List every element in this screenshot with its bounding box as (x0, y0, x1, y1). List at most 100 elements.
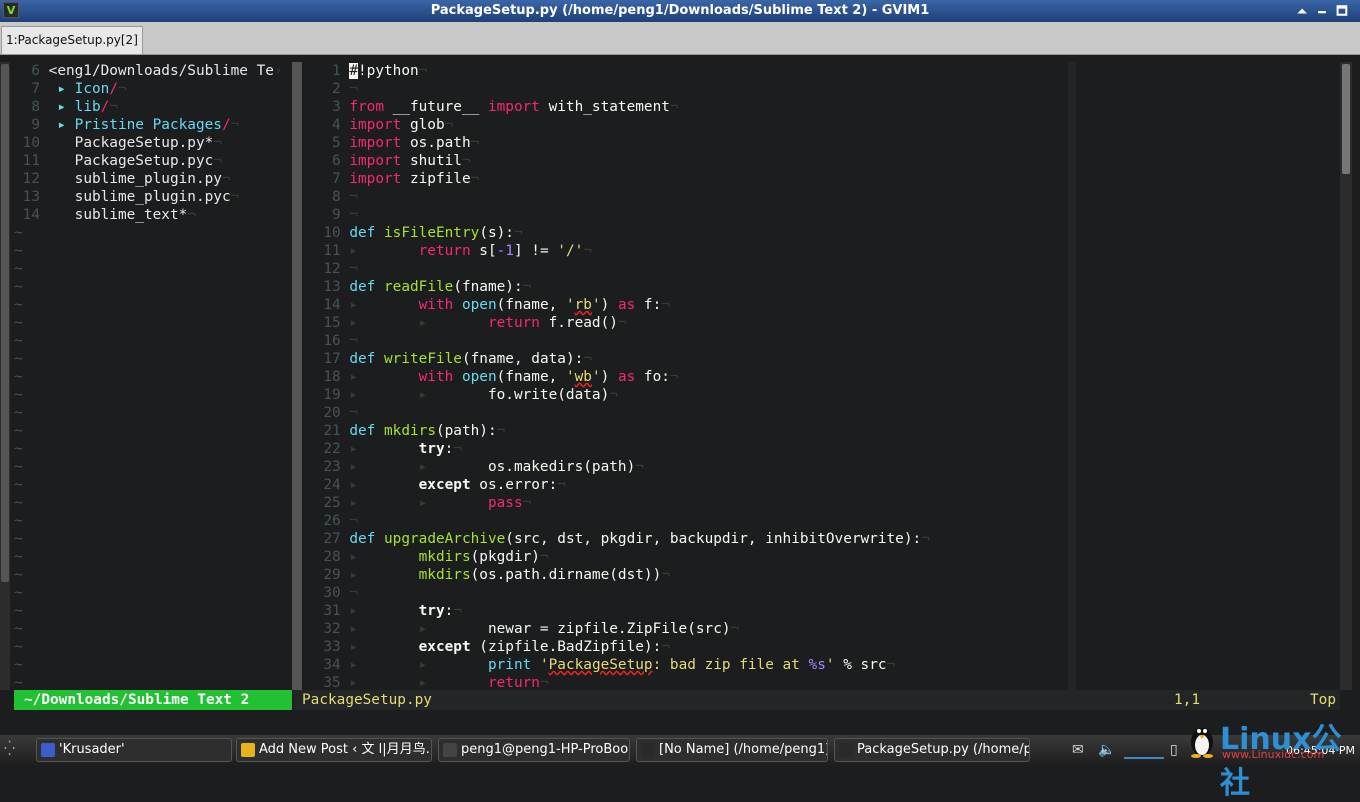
code-line[interactable]: 11 ▸ return s[-1] != '/'¬ (306, 242, 1066, 260)
code-line[interactable]: 34 ▸ ▸ print 'PackageSetup: bad zip file… (306, 656, 1066, 674)
code-line[interactable]: 27 def upgradeArchive(src, dst, pkgdir, … (306, 530, 1066, 548)
line-number: 5 (306, 135, 350, 151)
code-line[interactable]: 24 ▸ except os.error:¬ (306, 476, 1066, 494)
eol-marker: ¬ (470, 171, 480, 187)
tree-file-name[interactable]: PackageSetup.py* (75, 135, 214, 151)
left-scrollbar-thumb[interactable] (1, 64, 9, 582)
code-text: ) (600, 297, 618, 313)
function-name: upgradeArchive (384, 531, 506, 547)
keyword: return (487, 675, 540, 691)
code-line[interactable]: 31 ▸ try:¬ (306, 602, 1066, 620)
tree-row[interactable]: 13 sublime_plugin.pyc¬ (14, 188, 292, 206)
tab-marker: ▸ (418, 315, 488, 331)
keyword: try (418, 441, 445, 457)
taskbar-item[interactable]: Add New Post ‹ 文 l|月月鸟… (236, 738, 432, 762)
tree-row[interactable]: 11 PackageSetup.pyc¬ (14, 152, 292, 170)
tree-file-name[interactable]: PackageSetup.pyc (75, 153, 214, 169)
code-line[interactable]: 4 import glob¬ (306, 116, 1066, 134)
tree-root-path[interactable]: <eng1/Downloads/Sublime Te (49, 63, 274, 79)
code-line[interactable]: 18 ▸ with open(fname, 'wb') as fo:¬ (306, 368, 1066, 386)
taskbar-item[interactable]: PackageSetup.py (/home/p… (834, 738, 1030, 762)
code-line[interactable]: 16 ¬ (306, 332, 1066, 350)
code-line[interactable]: 28 ▸ mkdirs(pkgdir)¬ (306, 548, 1066, 566)
tree-dir-name[interactable]: lib (75, 99, 101, 115)
window-title: PackageSetup.py (/home/peng1/Downloads/S… (430, 3, 930, 18)
collapsed-arrow-icon[interactable]: ▸ (49, 81, 75, 97)
tree-file-name[interactable]: sublime_plugin.py (75, 171, 222, 187)
tree-row[interactable]: 9 ▸ Pristine Packages/¬ (14, 116, 292, 134)
code-line[interactable]: 9 ¬ (306, 206, 1066, 224)
code-line[interactable]: 19 ▸ ▸ fo.write(data)¬ (306, 386, 1066, 404)
taskbar-item[interactable]: 'Krusader' (36, 738, 232, 762)
eol-marker: ¬ (349, 81, 358, 97)
right-scrollbar-thumb[interactable] (1342, 64, 1350, 174)
vertical-split-divider[interactable] (292, 62, 302, 690)
line-number: 25 (306, 495, 350, 511)
code-line[interactable]: 12 ¬ (306, 260, 1066, 278)
eol-marker: ¬ (921, 531, 930, 547)
line-number: 7 (306, 171, 350, 187)
eol-marker: ¬ (213, 135, 222, 151)
collapsed-arrow-icon[interactable]: ▸ (49, 117, 75, 133)
code-line[interactable]: 8 ¬ (306, 188, 1066, 206)
eol-marker: ¬ (418, 63, 428, 79)
tree-file-name[interactable]: sublime_text* (75, 207, 188, 223)
empty-buffer-tilde: ~ (14, 297, 23, 313)
tree-file-name[interactable]: sublime_plugin.pyc (75, 189, 231, 205)
collapsed-arrow-icon[interactable]: ▸ (49, 99, 75, 115)
code-line[interactable]: 6 import shutil¬ (306, 152, 1066, 170)
code-line[interactable]: 14 ▸ with open(fname, 'rb') as f:¬ (306, 296, 1066, 314)
code-line[interactable]: 17 def writeFile(fname, data):¬ (306, 350, 1066, 368)
volume-icon[interactable]: 🔈 (1098, 742, 1115, 758)
tree-row[interactable]: 12 sublime_plugin.py¬ (14, 170, 292, 188)
code-line[interactable]: 2 ¬ (306, 80, 1066, 98)
tree-row[interactable]: 8 ▸ lib/¬ (14, 98, 292, 116)
empty-buffer-tilde: ~ (14, 549, 23, 565)
code-line[interactable]: 20 ¬ (306, 404, 1066, 422)
code-line[interactable]: 25 ▸ ▸ pass¬ (306, 494, 1066, 512)
battery-icon[interactable]: ▯ (1170, 742, 1178, 758)
minimize-button[interactable]: 🗕 (1314, 3, 1330, 19)
tree-row[interactable]: 14 sublime_text*¬ (14, 206, 292, 224)
code-line[interactable]: 15 ▸ ▸ return f.read()¬ (306, 314, 1066, 332)
code-line[interactable]: 21 def mkdirs(path):¬ (306, 422, 1066, 440)
tree-row[interactable]: 7 ▸ Icon/¬ (14, 80, 292, 98)
line-number: 10 (306, 225, 350, 241)
code-line[interactable]: 7 import zipfile¬ (306, 170, 1066, 188)
tree-row[interactable]: 10 PackageSetup.py*¬ (14, 134, 292, 152)
mail-icon[interactable]: ✉ (1072, 742, 1084, 758)
eol-marker: ¬ (669, 99, 679, 115)
line-number: 9 (14, 117, 49, 133)
right-scrollbar[interactable] (1340, 62, 1352, 690)
code-line[interactable]: 22 ▸ try:¬ (306, 440, 1066, 458)
tree-row[interactable]: 6 <eng1/Downloads/Sublime Te› (14, 62, 292, 80)
clock[interactable]: 06:45:04 PM (1286, 744, 1355, 757)
shade-button[interactable]: ⏶ (1294, 3, 1310, 19)
code-line[interactable]: 1 #!python¬ (306, 62, 1066, 80)
tab-packagesetup[interactable]: 1:PackageSetup.py[2] (1, 26, 143, 54)
tab-marker: ▸ (349, 369, 419, 385)
menu-dots-icon[interactable]: ⁛ (4, 741, 15, 757)
code-line[interactable]: 10 def isFileEntry(s):¬ (306, 224, 1066, 242)
maximize-button[interactable]: 🗖 (1334, 3, 1350, 19)
tree-dir-name[interactable]: Pristine Packages (75, 117, 222, 133)
code-line[interactable]: 23 ▸ ▸ os.makedirs(path)¬ (306, 458, 1066, 476)
taskbar-item[interactable]: peng1@peng1-HP-ProBook… (438, 738, 630, 762)
code-line[interactable]: 33 ▸ except (zipfile.BadZipfile):¬ (306, 638, 1066, 656)
tree-dir-name[interactable]: Icon (75, 81, 110, 97)
editor-area[interactable]: 6 <eng1/Downloads/Sublime Te› 7 ▸ Icon/¬… (0, 55, 1360, 711)
code-line[interactable]: 5 import os.path¬ (306, 134, 1066, 152)
eol-marker: ¬ (557, 477, 566, 493)
taskbar-item[interactable]: [No Name] (/home/peng1) … (636, 738, 828, 762)
code-line[interactable]: 3 from __future__ import with_statement¬ (306, 98, 1066, 116)
line-number: 17 (306, 351, 350, 367)
code-line[interactable]: 30 ¬ (306, 584, 1066, 602)
left-scrollbar[interactable] (0, 62, 10, 690)
code-line[interactable]: 29 ▸ mkdirs(os.path.dirname(dst))¬ (306, 566, 1066, 584)
tab-marker: ▸ (349, 315, 419, 331)
command-line[interactable] (0, 710, 1360, 732)
code-line[interactable]: 32 ▸ ▸ newar = zipfile.ZipFile(src)¬ (306, 620, 1066, 638)
code-line[interactable]: 13 def readFile(fname):¬ (306, 278, 1066, 296)
empty-buffer-tilde: ~ (14, 423, 23, 439)
code-line[interactable]: 26 ¬ (306, 512, 1066, 530)
